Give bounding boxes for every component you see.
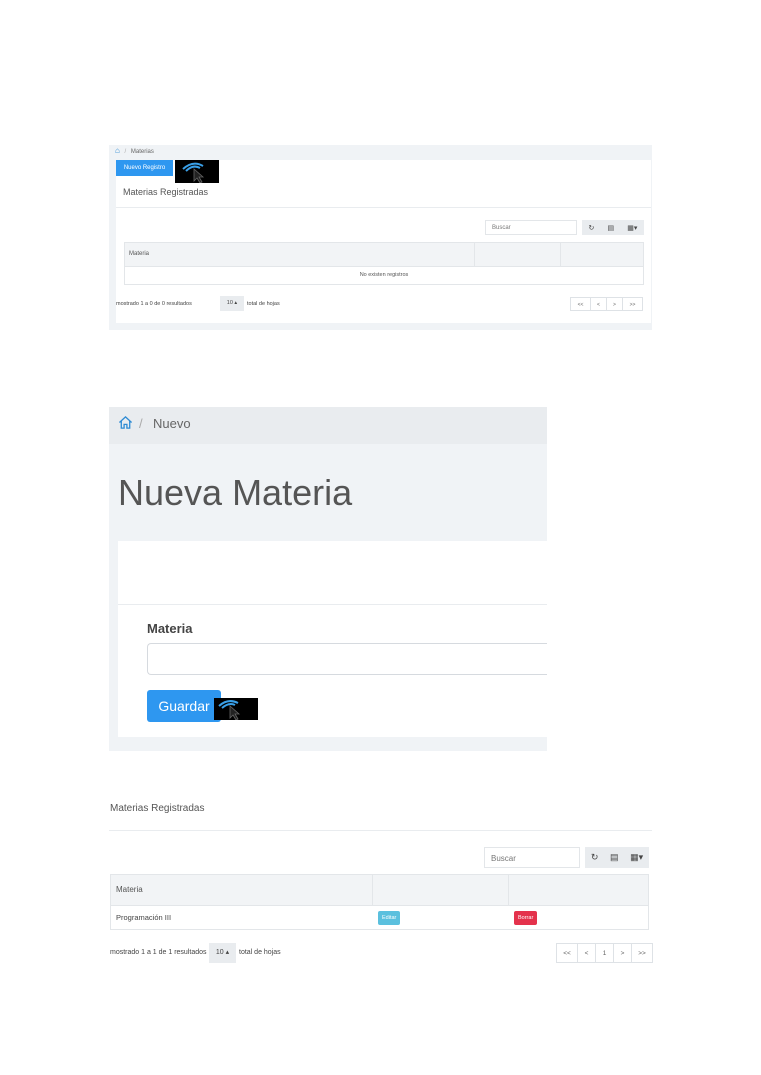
pager-first[interactable]: << [556,943,578,963]
search-input[interactable]: Buscar [484,847,580,868]
table-footer: mostrado 1 a 1 de 1 resultados 10 ▴ tota… [110,943,653,963]
divider [109,830,652,831]
card-title: Materias Registradas [123,187,209,197]
breadcrumb-separator: / [124,149,127,155]
divider [118,604,547,605]
page-size-select[interactable]: 10 ▴ [209,943,236,963]
result-view-screenshot: Materias Registradas Buscar ↻ ▤ ▦▾ Mater… [109,795,653,975]
table-toolbar: ↻ ▤ ▦▾ [585,847,649,868]
click-cursor-overlay [175,160,219,184]
pagination: << < > >> [570,297,643,311]
table-row: Programación III Editar Borrar [110,906,649,930]
columns-icon[interactable]: ▦▾ [630,852,643,863]
new-record-button[interactable]: Nuevo Registro [116,160,173,176]
edit-button[interactable]: Editar [378,910,401,925]
empty-message: No existen registros [124,267,644,285]
column-header-delete [509,875,648,905]
data-table: Materia No existen registros [124,242,644,285]
refresh-icon[interactable]: ↻ [589,224,595,232]
form-card: Materia Guardar [118,541,547,737]
save-button[interactable]: Guardar [147,690,221,722]
divider [116,207,651,208]
search-input[interactable]: Buscar [485,220,577,235]
results-summary: mostrado 1 a 1 de 1 resultados [110,949,207,956]
total-pages-label: total de hojas [239,949,281,956]
table-footer: mostrado 1 a 0 de 0 resultados 10 ▴ tota… [116,296,651,312]
click-cursor-overlay [214,698,258,721]
column-header-edit [475,243,561,266]
column-header-materia[interactable]: Materia [125,243,475,266]
column-header-delete [561,243,643,266]
table-header: Materia [124,242,644,267]
total-pages-label: total de hojas [247,301,280,307]
columns-icon[interactable]: ▦▾ [627,224,637,232]
breadcrumb-separator: / [139,416,143,431]
column-header-materia[interactable]: Materia [111,875,373,905]
cell-materia: Programación III [116,912,172,922]
breadcrumb: / Nuevo [109,407,547,444]
page-title: Nueva Materia [118,472,353,513]
form-view-screenshot: / Nuevo Nueva Materia Materia Guardar [109,407,547,751]
breadcrumb-current: Nuevo [153,416,191,431]
pager-first[interactable]: << [570,297,591,311]
delete-button[interactable]: Borrar [514,910,538,925]
card-title: Materias Registradas [110,803,205,814]
table-toolbar: ↻ ▤ ▦▾ [582,220,644,235]
pager-last[interactable]: >> [631,943,653,963]
list-view-screenshot: ⌂ / Materias Nuevo Registro Materias Reg… [109,145,652,330]
list-card: Nuevo Registro Materias Registradas Busc… [116,160,651,323]
materia-label: Materia [147,621,193,636]
pager-prev[interactable]: < [590,297,607,311]
breadcrumb-current: Materias [130,149,154,155]
pager-page-1[interactable]: 1 [595,943,614,963]
breadcrumb: ⌂ / Materias [115,146,154,156]
page-size-select[interactable]: 10 ▴ [220,296,244,311]
toggle-view-icon[interactable]: ▤ [608,224,615,232]
pager-next[interactable]: > [606,297,623,311]
materia-input[interactable] [147,643,547,675]
column-header-edit [373,875,509,905]
home-icon[interactable] [118,415,133,435]
pager-next[interactable]: > [613,943,632,963]
refresh-icon[interactable]: ↻ [591,852,599,863]
home-icon[interactable]: ⌂ [115,146,120,155]
toggle-view-icon[interactable]: ▤ [610,852,619,863]
pager-prev[interactable]: < [577,943,596,963]
results-summary: mostrado 1 a 0 de 0 resultados [116,301,192,307]
pagination: << < 1 > >> [556,943,653,963]
data-table: Materia Programación III Editar Borrar [110,874,649,930]
table-header: Materia [110,874,649,906]
pager-last[interactable]: >> [622,297,643,311]
